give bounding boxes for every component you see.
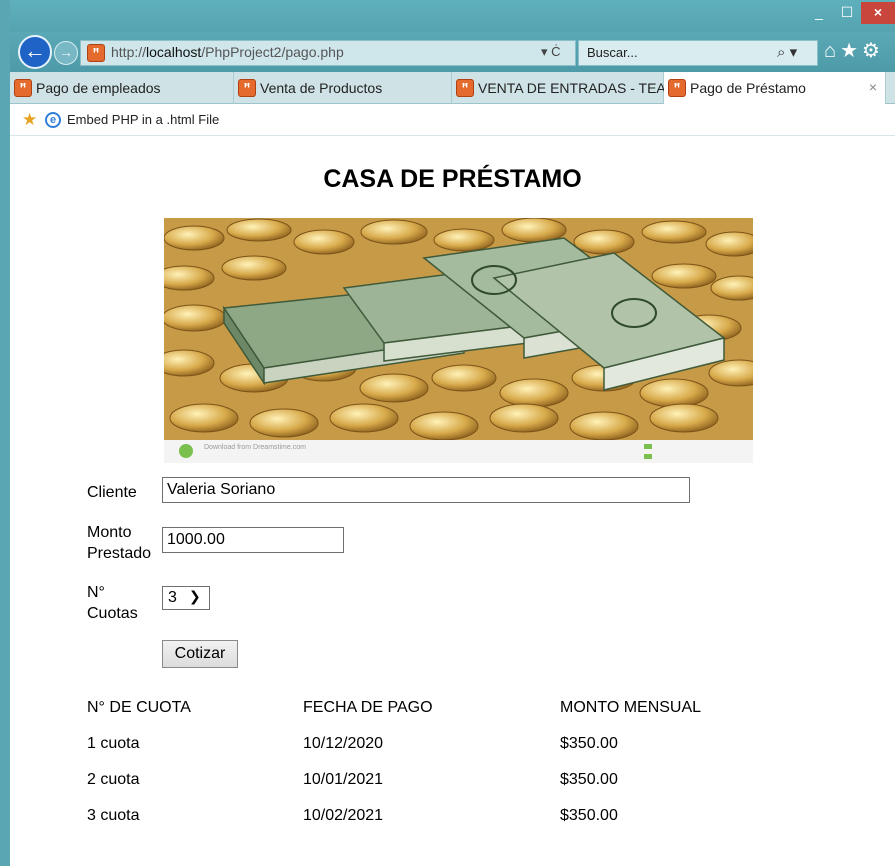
refresh-icon[interactable]: ▾ Ċ [541, 44, 561, 60]
cell-cuota: 1 cuota [87, 735, 140, 752]
tab-label: Venta de Productos [260, 80, 383, 96]
tab-label: Pago de Préstamo [690, 80, 806, 96]
cotizar-button[interactable]: Cotizar [162, 640, 238, 668]
header-cuota: N° DE CUOTA [87, 699, 191, 716]
home-favorites-tools-icons[interactable]: ⌂★⚙ [824, 38, 884, 63]
cliente-label: Cliente [87, 484, 137, 501]
favorites-star-icon[interactable]: ★ [22, 110, 37, 130]
url-text: http://localhost/PhpProject2/pago.php [111, 44, 344, 60]
ie-page-icon: e [45, 112, 61, 128]
tab-label: VENTA DE ENTRADAS - TEA... [478, 80, 678, 96]
cuotas-label: N° Cuotas [87, 584, 138, 622]
cell-cuota: 2 cuota [87, 771, 140, 788]
favorites-bar: ★ e Embed PHP in a .html File [10, 104, 895, 136]
xampp-tab-icon: ꟸ [456, 79, 474, 97]
cell-monto: $350.00 [560, 807, 618, 824]
tab-label: Pago de empleados [36, 80, 161, 96]
banner-caption: Download from Dreamstime.com [204, 444, 306, 451]
title-bar: _ ☐ × [10, 0, 895, 32]
tab-venta-productos[interactable]: ꟸ Venta de Productos [234, 72, 452, 104]
cell-monto: $350.00 [560, 771, 618, 788]
cell-fecha: 10/02/2021 [303, 807, 384, 824]
back-button[interactable]: ← [18, 35, 52, 69]
cuotas-select[interactable]: 3 ❯ [162, 586, 210, 610]
maximize-button[interactable]: ☐ [834, 2, 860, 24]
cell-monto: $350.00 [560, 735, 618, 752]
tab-bar: ꟸ Pago de empleados ꟸ Venta de Productos… [10, 72, 895, 104]
tab-venta-entradas[interactable]: ꟸ VENTA DE ENTRADAS - TEA... [452, 72, 677, 104]
close-button[interactable]: × [861, 2, 895, 24]
money-banner-image: Download from Dreamstime.com [164, 218, 753, 463]
search-placeholder: Buscar... [587, 45, 638, 60]
header-monto: MONTO MENSUAL [560, 699, 702, 716]
favorite-link[interactable]: Embed PHP in a .html File [67, 112, 219, 127]
xampp-tab-icon: ꟸ [668, 79, 686, 97]
page-content: CASA DE PRÉSTAMO Download from Dreamstim… [10, 137, 895, 866]
search-box[interactable]: Buscar... ⌕ ▾ [578, 40, 818, 66]
navigation-bar: ← → ꟸ http://localhost/PhpProject2/pago.… [10, 32, 895, 72]
address-bar[interactable]: ꟸ http://localhost/PhpProject2/pago.php … [80, 40, 576, 66]
cuotas-selected-value: 3 [168, 589, 177, 606]
monto-label: Monto Prestado [87, 524, 152, 562]
forward-button[interactable]: → [54, 41, 78, 65]
minimize-button[interactable]: _ [806, 2, 832, 24]
cliente-input[interactable] [162, 477, 690, 503]
cell-fecha: 10/01/2021 [303, 771, 384, 788]
monto-input[interactable] [162, 527, 344, 553]
cell-cuota: 3 cuota [87, 807, 140, 824]
xampp-site-icon: ꟸ [87, 44, 105, 62]
xampp-tab-icon: ꟸ [14, 79, 32, 97]
header-fecha: FECHA DE PAGO [303, 699, 433, 716]
page-title: CASA DE PRÉSTAMO [323, 165, 582, 193]
search-icon[interactable]: ⌕ ▾ [777, 43, 797, 61]
xampp-tab-icon: ꟸ [238, 79, 256, 97]
browser-window: _ ☐ × ← → ꟸ http://localhost/PhpProject2… [10, 0, 895, 866]
chevron-down-icon: ❯ [189, 588, 201, 604]
tab-close-icon[interactable]: × [869, 79, 877, 95]
money-illustration: Download from Dreamstime.com [164, 218, 753, 463]
cell-fecha: 10/12/2020 [303, 735, 384, 752]
tab-pago-prestamo[interactable]: ꟸ Pago de Préstamo × [664, 72, 886, 104]
tab-pago-empleados[interactable]: ꟸ Pago de empleados [10, 72, 234, 104]
